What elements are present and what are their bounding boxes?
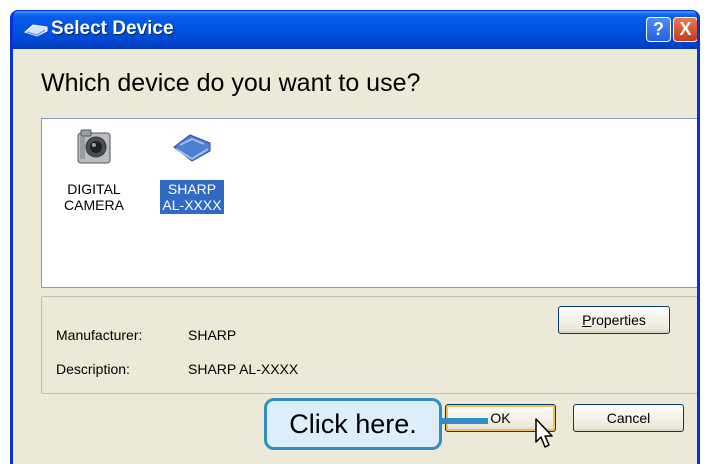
title-bar[interactable]: Select Device ? X [13, 11, 697, 49]
scanner-icon [24, 24, 48, 37]
properties-button[interactable]: Properties [558, 306, 670, 334]
click-here-callout: Click here. [264, 398, 442, 450]
manufacturer-label: Manufacturer: [56, 327, 143, 343]
device-item-digital-camera[interactable]: DIGITAL CAMERA [54, 125, 134, 215]
window-title: Select Device [51, 18, 174, 39]
properties-label: roperties [591, 312, 646, 328]
description-value: SHARP AL-XXXX [188, 361, 299, 377]
device-list[interactable]: DIGITAL CAMERA SHARP AL-XXXX [41, 118, 697, 288]
close-button[interactable]: X [673, 17, 697, 42]
description-row: Description: SHARP AL-XXXX [56, 361, 298, 377]
manufacturer-value: SHARP [188, 327, 237, 343]
cancel-button[interactable]: Cancel [573, 404, 684, 432]
camera-icon [77, 129, 111, 164]
help-button[interactable]: ? [646, 17, 671, 42]
description-label: Description: [56, 361, 130, 377]
mouse-pointer-icon [535, 418, 553, 448]
select-device-dialog: Select Device ? X Which device do you wa… [10, 10, 700, 464]
manufacturer-row: Manufacturer: SHARP [56, 327, 236, 343]
device-label: DIGITAL CAMERA [64, 181, 124, 213]
scanner-icon [173, 134, 211, 162]
callout-pointer [442, 418, 488, 424]
device-item-sharp-al[interactable]: SHARP AL-XXXX [152, 125, 232, 215]
device-label: SHARP AL-XXXX [159, 179, 225, 215]
dialog-heading: Which device do you want to use? [41, 69, 421, 97]
